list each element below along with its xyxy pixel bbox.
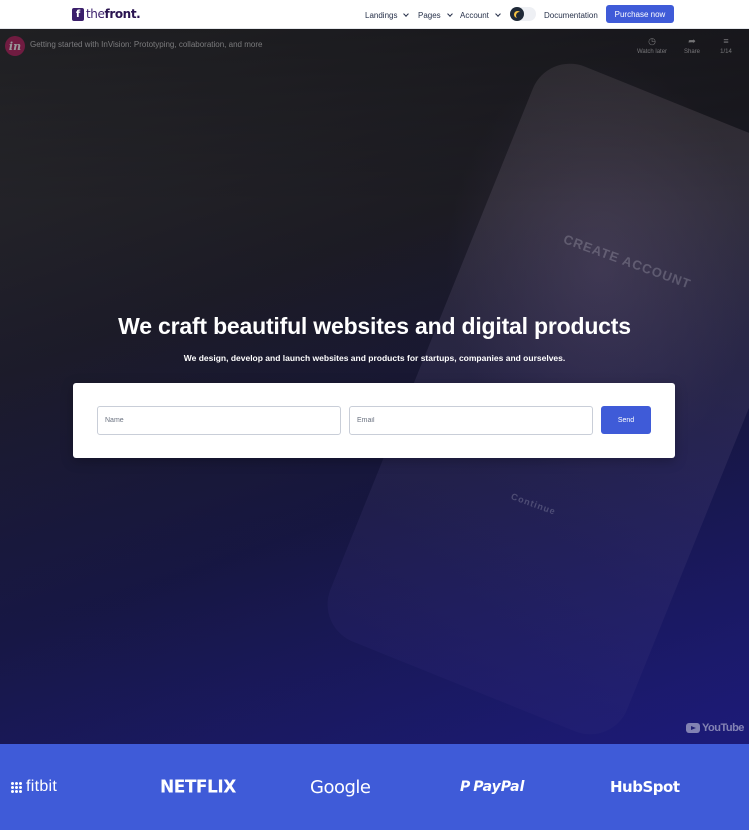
brand-logo[interactable]: f thefront. [72, 7, 141, 21]
nav-menu-landings[interactable]: Landings [365, 9, 410, 21]
moon-icon [516, 12, 523, 19]
watch-later-label: Watch later [636, 49, 668, 55]
hero-subtitle: We design, develop and launch websites a… [183, 353, 566, 363]
contact-form: Send [73, 383, 675, 458]
theme-toggle[interactable] [510, 7, 536, 21]
video-title[interactable]: Getting started with InVision: Prototypi… [30, 40, 262, 49]
nav-menu-label: Account [460, 10, 489, 20]
partner-name: PayPal [473, 779, 525, 795]
nav-menu-label: Pages [418, 10, 441, 20]
chevron-down-icon [446, 10, 453, 17]
share-label: Share [683, 49, 700, 55]
chevron-down-icon [495, 10, 501, 17]
hubspot-logo: HubSpot [610, 778, 680, 796]
fitbit-logo: fitbit [11, 776, 57, 798]
hero-video-section[interactable]: CREATE ACCOUNT Continue in Getting start… [0, 29, 749, 744]
top-navbar: f thefront. Landings Pages Account Docum… [0, 0, 749, 29]
nav-menu-pages[interactable]: Pages [418, 9, 453, 21]
youtube-logo[interactable]: YouTube [686, 722, 744, 734]
playlist-button[interactable]: ≡ 1/14 [708, 36, 744, 55]
logo-text-suffix: front. [104, 7, 141, 21]
share-button[interactable]: ➦ Share [674, 36, 710, 55]
playlist-position: 1/14 [720, 49, 732, 55]
logo-text: thefront. [86, 7, 141, 21]
netflix-logo: NETFLIX [160, 776, 236, 798]
clock-icon: ◷ [648, 36, 656, 46]
name-input[interactable] [97, 406, 341, 435]
logo-mark-icon: f [72, 7, 84, 21]
nav-menu-account[interactable]: Account [460, 9, 501, 21]
paypal-mark-icon: P [460, 779, 471, 795]
paypal-logo: P PayPal [460, 776, 524, 798]
nav-menu-label: Landings [365, 10, 398, 20]
chevron-down-icon [403, 10, 410, 17]
fitbit-dots-icon [11, 781, 22, 793]
invision-logo-icon[interactable]: in [5, 36, 25, 56]
logo-text-prefix: the [86, 7, 105, 21]
toggle-knob [510, 7, 524, 21]
partner-name: fitbit [26, 778, 58, 795]
documentation-link[interactable]: Documentation [544, 9, 598, 21]
video-header-bar: in Getting started with InVision: Protot… [0, 29, 749, 63]
google-logo: Google [310, 776, 371, 798]
youtube-wordmark: YouTube [702, 722, 744, 734]
playlist-icon: ≡ [723, 36, 729, 46]
send-button[interactable]: Send [601, 406, 651, 434]
watch-later-button[interactable]: ◷ Watch later [634, 36, 670, 55]
email-input[interactable] [349, 406, 593, 435]
purchase-now-button[interactable]: Purchase now [606, 5, 674, 23]
hero-title: We craft beautiful websites and digital … [118, 313, 631, 339]
youtube-play-icon [686, 723, 700, 733]
share-icon: ➦ [688, 36, 696, 46]
partners-strip: fitbit NETFLIX Google P PayPal HubSpot [0, 744, 749, 830]
